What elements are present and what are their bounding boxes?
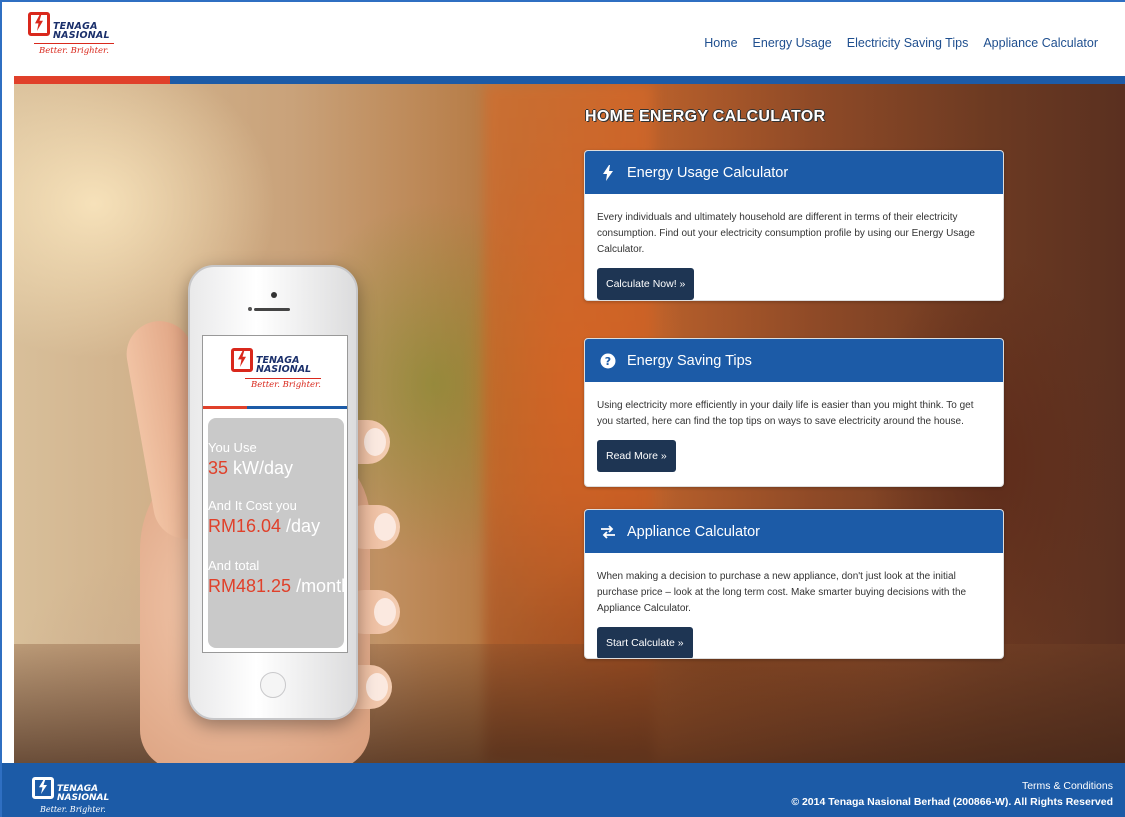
svg-text:?: ? [605, 355, 611, 368]
logo-name-line2: NASIONAL [53, 30, 110, 41]
card-description: Using electricity more efficiently in yo… [597, 400, 974, 427]
card-description: Every individuals and ultimately househo… [597, 212, 975, 255]
phone-accent-bar-red [203, 406, 247, 409]
accent-bar-blue [170, 76, 1125, 84]
card-title: Energy Saving Tips [627, 352, 752, 369]
site-header: TENAGA NASIONAL Better. Brighter. Home E… [0, 0, 1125, 78]
nav-electricity-saving-tips[interactable]: Electricity Saving Tips [847, 36, 969, 50]
card-body: Every individuals and ultimately househo… [585, 194, 1003, 300]
card-description: When making a decision to purchase a new… [597, 571, 967, 614]
nav-energy-usage[interactable]: Energy Usage [753, 36, 832, 50]
phone-accent-bar-blue [247, 406, 347, 409]
exchange-icon [599, 523, 617, 541]
sensor-icon [248, 307, 252, 311]
footer-logo: TENAGA NASIONAL Better. Brighter. [32, 777, 132, 817]
logo-tagline: Better. Brighter. [245, 378, 321, 391]
total-unit: /month [291, 576, 348, 596]
logo-tagline: Better. Brighter. [34, 43, 114, 57]
total-value: RM481.25 /month [208, 576, 348, 597]
smartphone-mockup: TENAGA NASIONAL Better. Brighter. You Us… [188, 265, 358, 720]
site-footer: TENAGA NASIONAL Better. Brighter. Terms … [0, 763, 1125, 817]
total-label: And total [208, 558, 260, 573]
card-body: Using electricity more efficiently in yo… [585, 382, 1003, 484]
speaker-grille [254, 308, 290, 311]
card-title: Energy Usage Calculator [627, 164, 789, 181]
use-number: 35 [208, 458, 229, 478]
home-button [260, 672, 286, 698]
camera-icon [271, 292, 277, 298]
main-nav: Home Energy Usage Electricity Saving Tip… [704, 36, 1098, 50]
cost-label: And It Cost you [208, 498, 297, 513]
accent-bar-red [14, 76, 170, 84]
logo-tagline: Better. Brighter. [40, 805, 106, 814]
card-header: ? Energy Saving Tips [585, 339, 1003, 382]
card-header: Appliance Calculator [585, 510, 1003, 553]
cost-number: RM16.04 [208, 516, 282, 536]
phone-screen: TENAGA NASIONAL Better. Brighter. You Us… [202, 335, 348, 653]
card-title: Appliance Calculator [627, 523, 760, 540]
phone-logo: TENAGA NASIONAL Better. Brighter. [231, 348, 331, 400]
cost-value: RM16.04 /day [208, 516, 320, 537]
question-circle-icon: ? [599, 352, 617, 370]
logo-name-line2: NASIONAL [57, 793, 110, 803]
page-title: HOME ENERGY CALCULATOR [585, 108, 826, 125]
tnb-logo[interactable]: TENAGA NASIONAL Better. Brighter. [28, 12, 123, 64]
nav-appliance-calculator[interactable]: Appliance Calculator [983, 36, 1098, 50]
logo-name-line2: NASIONAL [256, 364, 312, 375]
card-appliance-calculator: Appliance Calculator When making a decis… [584, 509, 1004, 659]
use-label: You Use [208, 440, 257, 455]
use-value: 35 kW/day [208, 458, 293, 479]
bolt-icon [599, 164, 617, 182]
usage-summary-panel: You Use 35 kW/day And It Cost you RM16.0… [208, 418, 347, 648]
copyright-text: © 2014 Tenaga Nasional Berhad (200866-W)… [791, 796, 1113, 808]
total-number: RM481.25 [208, 576, 292, 596]
cost-unit: /day [281, 516, 321, 536]
card-header: Energy Usage Calculator [585, 151, 1003, 194]
card-body: When making a decision to purchase a new… [585, 553, 1003, 658]
use-unit: kW/day [228, 458, 294, 478]
card-energy-saving-tips: ? Energy Saving Tips Using electricity m… [584, 338, 1004, 487]
card-energy-usage-calculator: Energy Usage Calculator Every individual… [584, 150, 1004, 301]
read-more-button[interactable]: Read More » [597, 440, 676, 472]
calculate-now-button[interactable]: Calculate Now! » [597, 268, 695, 300]
nav-home[interactable]: Home [704, 36, 737, 50]
start-calculate-button[interactable]: Start Calculate » [597, 627, 693, 658]
terms-link[interactable]: Terms & Conditions [1022, 780, 1113, 792]
